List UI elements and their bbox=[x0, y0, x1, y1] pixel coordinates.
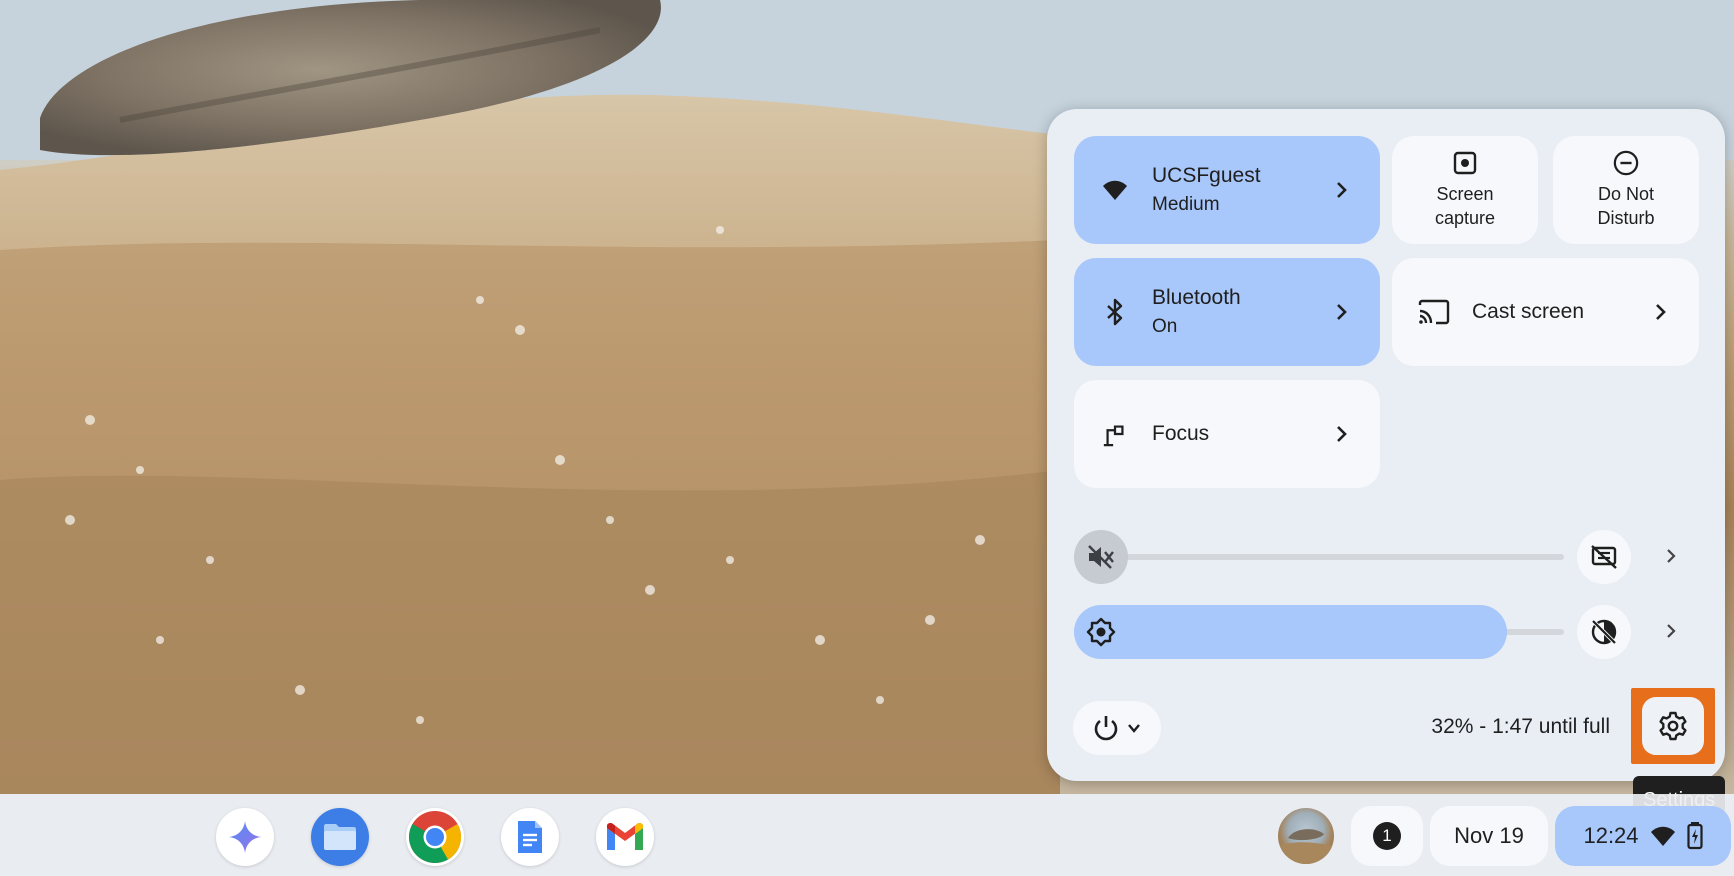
volume-slider[interactable] bbox=[1099, 554, 1564, 560]
do-not-disturb-tile[interactable]: Do Not Disturb bbox=[1553, 136, 1699, 244]
focus-tile[interactable]: Focus bbox=[1074, 380, 1380, 488]
network-tile[interactable]: UCSFguest Medium bbox=[1074, 136, 1380, 244]
wifi-icon bbox=[1650, 826, 1675, 846]
bluetooth-icon bbox=[1102, 298, 1128, 326]
gemini-app[interactable] bbox=[216, 808, 274, 866]
do-not-disturb-label: Do Not Disturb bbox=[1597, 184, 1655, 228]
network-name: UCSFguest bbox=[1152, 164, 1261, 187]
chevron-right-icon bbox=[1337, 304, 1347, 320]
screen-capture-label: Screen capture bbox=[1434, 184, 1496, 228]
bluetooth-tile[interactable]: Bluetooth On bbox=[1074, 258, 1380, 366]
night-light-off-icon bbox=[1591, 619, 1617, 645]
do-not-disturb-icon bbox=[1613, 150, 1639, 176]
docs-icon bbox=[518, 821, 542, 853]
screen-capture-icon bbox=[1452, 150, 1478, 176]
volume-mute-button[interactable] bbox=[1074, 530, 1128, 584]
battery-status: 32% - 1:47 until full bbox=[1431, 715, 1610, 738]
date-tray-button[interactable]: Nov 19 bbox=[1430, 806, 1548, 866]
gmail-app[interactable] bbox=[596, 808, 654, 866]
shelf: 1 Nov 19 12:24 bbox=[0, 794, 1734, 876]
bluetooth-name: Bluetooth bbox=[1152, 286, 1241, 309]
chrome-icon bbox=[409, 811, 461, 863]
brightness-knob[interactable] bbox=[1074, 605, 1128, 659]
brightness-slider[interactable] bbox=[1074, 605, 1507, 659]
cast-icon bbox=[1418, 299, 1450, 325]
date-label: Nov 19 bbox=[1454, 823, 1524, 848]
display-settings-button[interactable] bbox=[1577, 530, 1631, 584]
time-label: 12:24 bbox=[1583, 823, 1639, 848]
docs-app[interactable] bbox=[501, 808, 559, 866]
files-app[interactable] bbox=[311, 808, 369, 866]
power-menu-button[interactable] bbox=[1073, 701, 1161, 755]
power-icon bbox=[1094, 716, 1118, 741]
files-icon bbox=[324, 824, 356, 850]
notification-center-button[interactable]: 1 bbox=[1351, 806, 1423, 866]
notification-count-badge: 1 bbox=[1373, 822, 1401, 850]
network-status: Medium bbox=[1152, 194, 1220, 215]
avatar[interactable] bbox=[1278, 808, 1334, 864]
gemini-icon bbox=[229, 821, 261, 853]
gear-icon bbox=[1659, 711, 1687, 741]
chevron-right-icon bbox=[1337, 426, 1347, 442]
screen-capture-tile[interactable]: Screen capture bbox=[1392, 136, 1538, 244]
bluetooth-status: On bbox=[1152, 316, 1178, 337]
brightness-icon bbox=[1086, 617, 1116, 647]
cast-screen-tile[interactable]: Cast screen bbox=[1392, 258, 1699, 366]
cast-screen-label: Cast screen bbox=[1472, 300, 1585, 323]
settings-button[interactable] bbox=[1642, 697, 1704, 755]
focus-label: Focus bbox=[1152, 422, 1210, 445]
chevron-down-icon bbox=[1128, 724, 1140, 733]
audio-settings-chevron-icon[interactable] bbox=[1661, 546, 1681, 566]
gmail-icon bbox=[607, 822, 643, 850]
chevron-right-icon bbox=[1337, 182, 1347, 198]
wifi-icon bbox=[1102, 177, 1128, 203]
display-off-icon bbox=[1591, 545, 1617, 569]
volume-muted-icon bbox=[1088, 545, 1114, 569]
quick-settings-panel: UCSFguest Medium Screen capture Do Not Dis… bbox=[1047, 109, 1725, 781]
chevron-right-icon bbox=[1656, 304, 1666, 320]
chrome-app[interactable] bbox=[406, 808, 464, 866]
night-light-button[interactable] bbox=[1577, 605, 1631, 659]
battery-charging-icon bbox=[1686, 822, 1703, 850]
display-settings-chevron-icon[interactable] bbox=[1661, 621, 1681, 641]
status-area-button[interactable]: 12:24 bbox=[1555, 806, 1731, 866]
focus-icon bbox=[1102, 421, 1128, 447]
